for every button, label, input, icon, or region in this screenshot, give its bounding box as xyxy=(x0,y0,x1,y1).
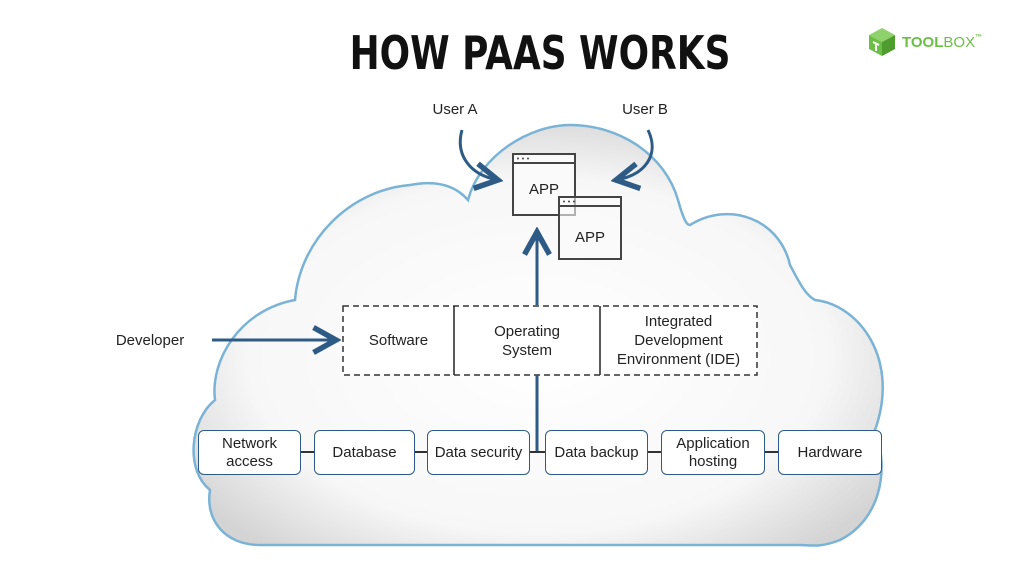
app-label-1: APP xyxy=(529,181,560,198)
paas-diagram xyxy=(192,123,884,547)
app-label-2: APP xyxy=(575,229,606,246)
infra-data-backup: Data backup xyxy=(545,430,648,475)
infra-network-access: Network access xyxy=(198,430,301,475)
ide-cell: Integrated Development Environment (IDE) xyxy=(616,313,741,368)
infra-application-hosting: Application hosting xyxy=(661,430,765,475)
user-a-label: User A xyxy=(432,101,478,118)
infra-data-security: Data security xyxy=(427,430,530,475)
developer-label: Developer xyxy=(115,332,185,349)
app-window-2 xyxy=(558,196,622,260)
software-cell: Software xyxy=(368,332,429,349)
infra-database: Database xyxy=(314,430,415,475)
operating-system-cell: Operating System xyxy=(494,322,560,359)
infra-hardware: Hardware xyxy=(778,430,882,475)
user-b-label: User B xyxy=(622,101,668,118)
